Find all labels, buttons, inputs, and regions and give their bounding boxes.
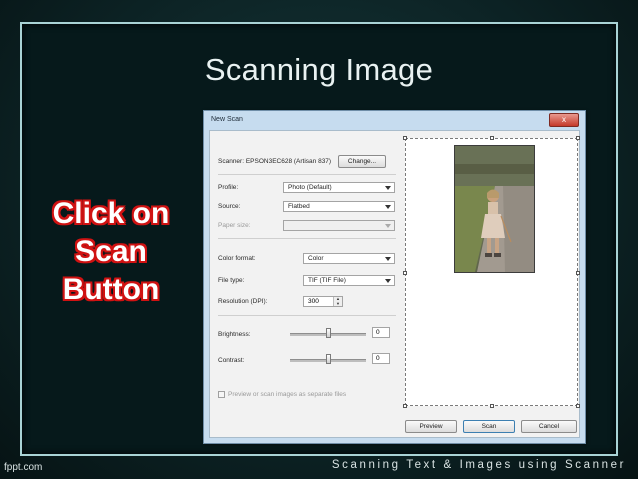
- separate-files-checkbox[interactable]: [218, 391, 225, 398]
- spinner-arrows-icon[interactable]: ▲ ▼: [333, 296, 342, 306]
- divider: [218, 315, 396, 316]
- profile-label: Profile:: [218, 184, 239, 191]
- paper-size-label: Paper size:: [218, 222, 251, 229]
- chevron-down-icon: [385, 224, 391, 228]
- slide-title: Scanning Image: [204, 52, 434, 87]
- profile-value: Photo (Default): [288, 184, 332, 191]
- chevron-down-icon: [385, 279, 391, 283]
- paper-size-select[interactable]: [283, 220, 395, 231]
- resolution-label: Resolution (DPI):: [218, 298, 268, 305]
- divider: [218, 174, 396, 175]
- crop-handle[interactable]: [490, 404, 494, 408]
- divider: [218, 238, 396, 239]
- profile-select[interactable]: Photo (Default): [283, 182, 395, 193]
- resolution-value: 300: [308, 298, 319, 305]
- brightness-label: Brightness:: [218, 331, 251, 338]
- callout-text: Click on Scan Button: [36, 195, 186, 309]
- brightness-value-box[interactable]: 0: [372, 327, 390, 338]
- scanned-photo: [454, 145, 535, 273]
- separate-files-label: Preview or scan images as separate files: [228, 391, 347, 398]
- source-label: Source:: [218, 203, 241, 210]
- color-format-select[interactable]: Color: [303, 253, 395, 264]
- crop-handle[interactable]: [403, 136, 407, 140]
- source-select[interactable]: Flatbed: [283, 201, 395, 212]
- callout-line-2: Scan: [75, 235, 147, 268]
- contrast-slider-thumb[interactable]: [326, 354, 331, 364]
- crop-handle[interactable]: [403, 271, 407, 275]
- scanned-photo-image: [455, 146, 534, 272]
- callout-line-1: Click on: [52, 197, 170, 230]
- file-type-value: TIF (TIF File): [308, 277, 346, 284]
- footer-right: Scanning Text & Images using Scanner: [331, 459, 626, 471]
- contrast-value-box[interactable]: 0: [372, 353, 390, 364]
- change-button[interactable]: Change...: [338, 155, 386, 168]
- preview-button[interactable]: Preview: [405, 420, 457, 433]
- file-type-select[interactable]: TIF (TIF File): [303, 275, 395, 286]
- preview-pane[interactable]: [403, 136, 580, 408]
- footer-left: fppt.com: [4, 462, 43, 473]
- scanner-label: Scanner: EPSON3EC628 (Artisan 837): [218, 158, 332, 165]
- new-scan-dialog: New Scan x Scanner: EPSON3EC628 (Artisan…: [203, 110, 586, 444]
- source-value: Flatbed: [288, 203, 310, 210]
- crop-handle[interactable]: [576, 271, 580, 275]
- chevron-down-icon: [385, 257, 391, 261]
- callout-line-3: Button: [62, 273, 160, 306]
- color-format-label: Color format:: [218, 255, 256, 262]
- close-button[interactable]: x: [549, 113, 579, 127]
- dialog-body: Scanner: EPSON3EC628 (Artisan 837) Chang…: [209, 130, 580, 438]
- file-type-label: File type:: [218, 277, 245, 284]
- crop-handle[interactable]: [490, 136, 494, 140]
- scan-button[interactable]: Scan: [463, 420, 515, 433]
- crop-handle[interactable]: [403, 404, 407, 408]
- dialog-title: New Scan: [211, 116, 243, 123]
- chevron-down-icon: [385, 205, 391, 209]
- chevron-down-icon: [385, 186, 391, 190]
- cancel-button[interactable]: Cancel: [521, 420, 577, 433]
- resolution-spinner[interactable]: 300 ▲ ▼: [303, 296, 343, 307]
- crop-handle[interactable]: [576, 404, 580, 408]
- color-format-value: Color: [308, 255, 324, 262]
- crop-handle[interactable]: [576, 136, 580, 140]
- contrast-label: Contrast:: [218, 357, 245, 364]
- brightness-slider-thumb[interactable]: [326, 328, 331, 338]
